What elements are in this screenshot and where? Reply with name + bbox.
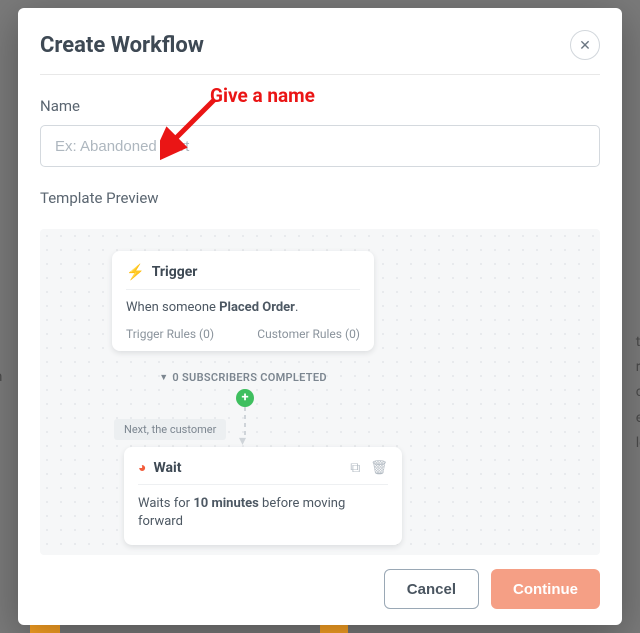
next-customer-label: Next, the customer [114, 419, 226, 440]
name-label: Name [40, 97, 600, 115]
lightning-icon: ⚡ [126, 263, 145, 281]
clock-icon: ◕ [138, 459, 146, 476]
close-icon: ✕ [579, 37, 591, 54]
modal-title: Create Workflow [40, 33, 204, 58]
modal-footer: Cancel Continue [40, 555, 600, 609]
caret-down-icon: ▼ [159, 372, 168, 383]
wait-card-header: ◕ Wait ⧉ 🗑 [138, 459, 388, 485]
modal-header: Create Workflow ✕ [40, 30, 600, 75]
template-preview-label: Template Preview [40, 189, 600, 207]
trigger-card-header: ⚡ Trigger [126, 263, 360, 290]
wait-card[interactable]: ◕ Wait ⧉ 🗑 Waits for 10 minutes before m… [124, 447, 402, 545]
subscribers-completed-row[interactable]: ▼0 SUBSCRIBERS COMPLETED [112, 371, 374, 384]
background-text-left: te ron [0, 340, 2, 390]
trigger-card-title: Trigger [152, 264, 198, 280]
duplicate-icon[interactable]: ⧉ [350, 460, 360, 476]
create-workflow-modal: Create Workflow ✕ Name Template Preview … [18, 8, 622, 625]
background-text-right: th rec cus ete les [636, 330, 640, 456]
trigger-rules-link[interactable]: Trigger Rules (0) [126, 327, 214, 341]
trash-icon[interactable]: 🗑 [370, 460, 388, 476]
customer-rules-link[interactable]: Customer Rules (0) [257, 327, 360, 341]
add-step-node[interactable]: + [236, 389, 254, 407]
template-preview-canvas: ⚡ Trigger When someone Placed Order. Tri… [40, 229, 600, 555]
workflow-name-input[interactable] [40, 125, 600, 167]
wait-card-title: Wait [153, 460, 181, 476]
trigger-rules-footer: Trigger Rules (0) Customer Rules (0) [126, 327, 360, 341]
close-button[interactable]: ✕ [570, 30, 600, 60]
trigger-description: When someone Placed Order. [126, 300, 360, 315]
cancel-button[interactable]: Cancel [384, 569, 479, 609]
wait-description: Waits for 10 minutes before moving forwa… [138, 495, 388, 531]
continue-button[interactable]: Continue [491, 569, 600, 609]
trigger-card[interactable]: ⚡ Trigger When someone Placed Order. Tri… [112, 251, 374, 351]
